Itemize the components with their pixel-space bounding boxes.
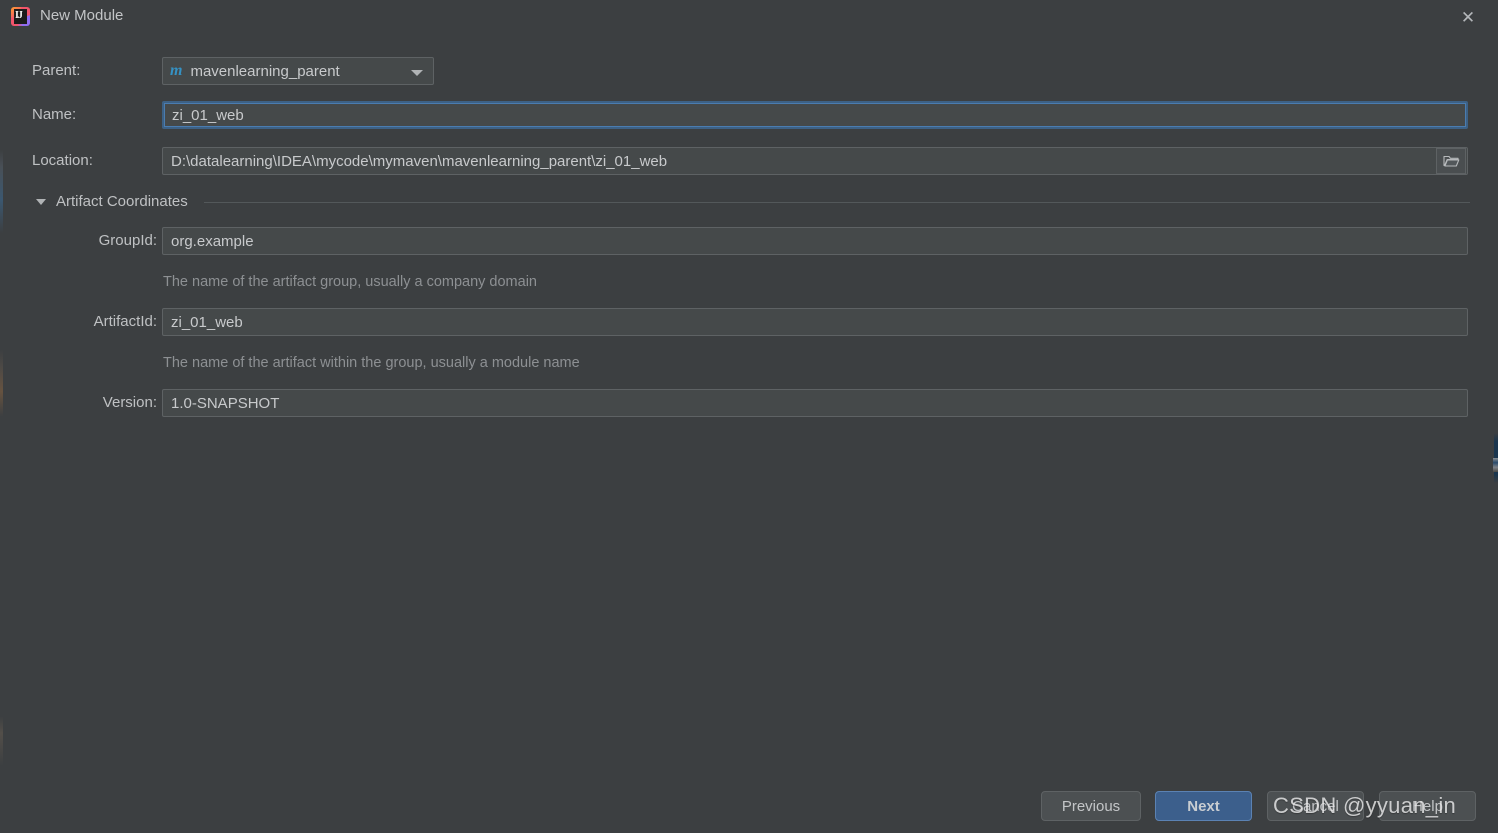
groupid-input-value: org.example (171, 232, 254, 250)
parent-label: Parent: (32, 62, 81, 79)
groupid-label: GroupId: (98, 232, 157, 249)
groupid-input[interactable]: org.example (162, 227, 1468, 255)
artifactid-label: ArtifactId: (93, 313, 157, 330)
parent-dropdown[interactable]: m mavenlearning_parent (162, 57, 434, 85)
location-input-value: D:\datalearning\IDEA\mycode\mymaven\mave… (171, 152, 668, 170)
section-separator (204, 202, 1470, 203)
parent-dropdown-value: mavenlearning_parent (190, 62, 340, 80)
new-module-dialog: IJ New Module ✕ Parent: m mavenlearning_… (0, 0, 1498, 833)
dialog-title-bar: IJ New Module ✕ (0, 0, 1498, 32)
name-input-value: zi_01_web (172, 106, 244, 124)
background-window-left-edge (0, 0, 3, 833)
name-label: Name: (32, 106, 77, 123)
location-input[interactable]: D:\datalearning\IDEA\mycode\mymaven\mave… (162, 147, 1468, 175)
artifactid-hint: The name of the artifact within the grou… (163, 355, 580, 371)
next-button[interactable]: Next (1155, 791, 1252, 821)
intellij-idea-icon: IJ (11, 7, 30, 26)
folder-open-icon[interactable] (1436, 148, 1466, 174)
help-button[interactable]: Help (1379, 791, 1476, 821)
dialog-title: New Module (40, 7, 124, 24)
previous-button[interactable]: Previous (1041, 791, 1141, 821)
artifact-coordinates-title: Artifact Coordinates (56, 193, 188, 210)
name-input[interactable]: zi_01_web (162, 101, 1468, 129)
version-input[interactable]: 1.0-SNAPSHOT (162, 389, 1468, 417)
location-label: Location: (32, 152, 93, 169)
artifactid-input-value: zi_01_web (171, 313, 243, 331)
background-window-right-artifact (1493, 458, 1498, 472)
chevron-down-icon (411, 70, 423, 76)
intellij-idea-icon-letters: IJ (15, 10, 23, 21)
groupid-hint: The name of the artifact group, usually … (163, 274, 537, 290)
cancel-button[interactable]: Cancel (1267, 791, 1364, 821)
artifactid-input[interactable]: zi_01_web (162, 308, 1468, 336)
version-input-value: 1.0-SNAPSHOT (171, 394, 280, 412)
maven-module-icon: m (170, 62, 183, 79)
version-label: Version: (102, 394, 157, 411)
background-window-right-edge (1494, 0, 1498, 833)
triangle-down-icon[interactable] (36, 199, 46, 205)
artifact-coordinates-section-header[interactable]: Artifact Coordinates (0, 192, 1498, 212)
close-icon[interactable]: ✕ (1456, 5, 1480, 29)
